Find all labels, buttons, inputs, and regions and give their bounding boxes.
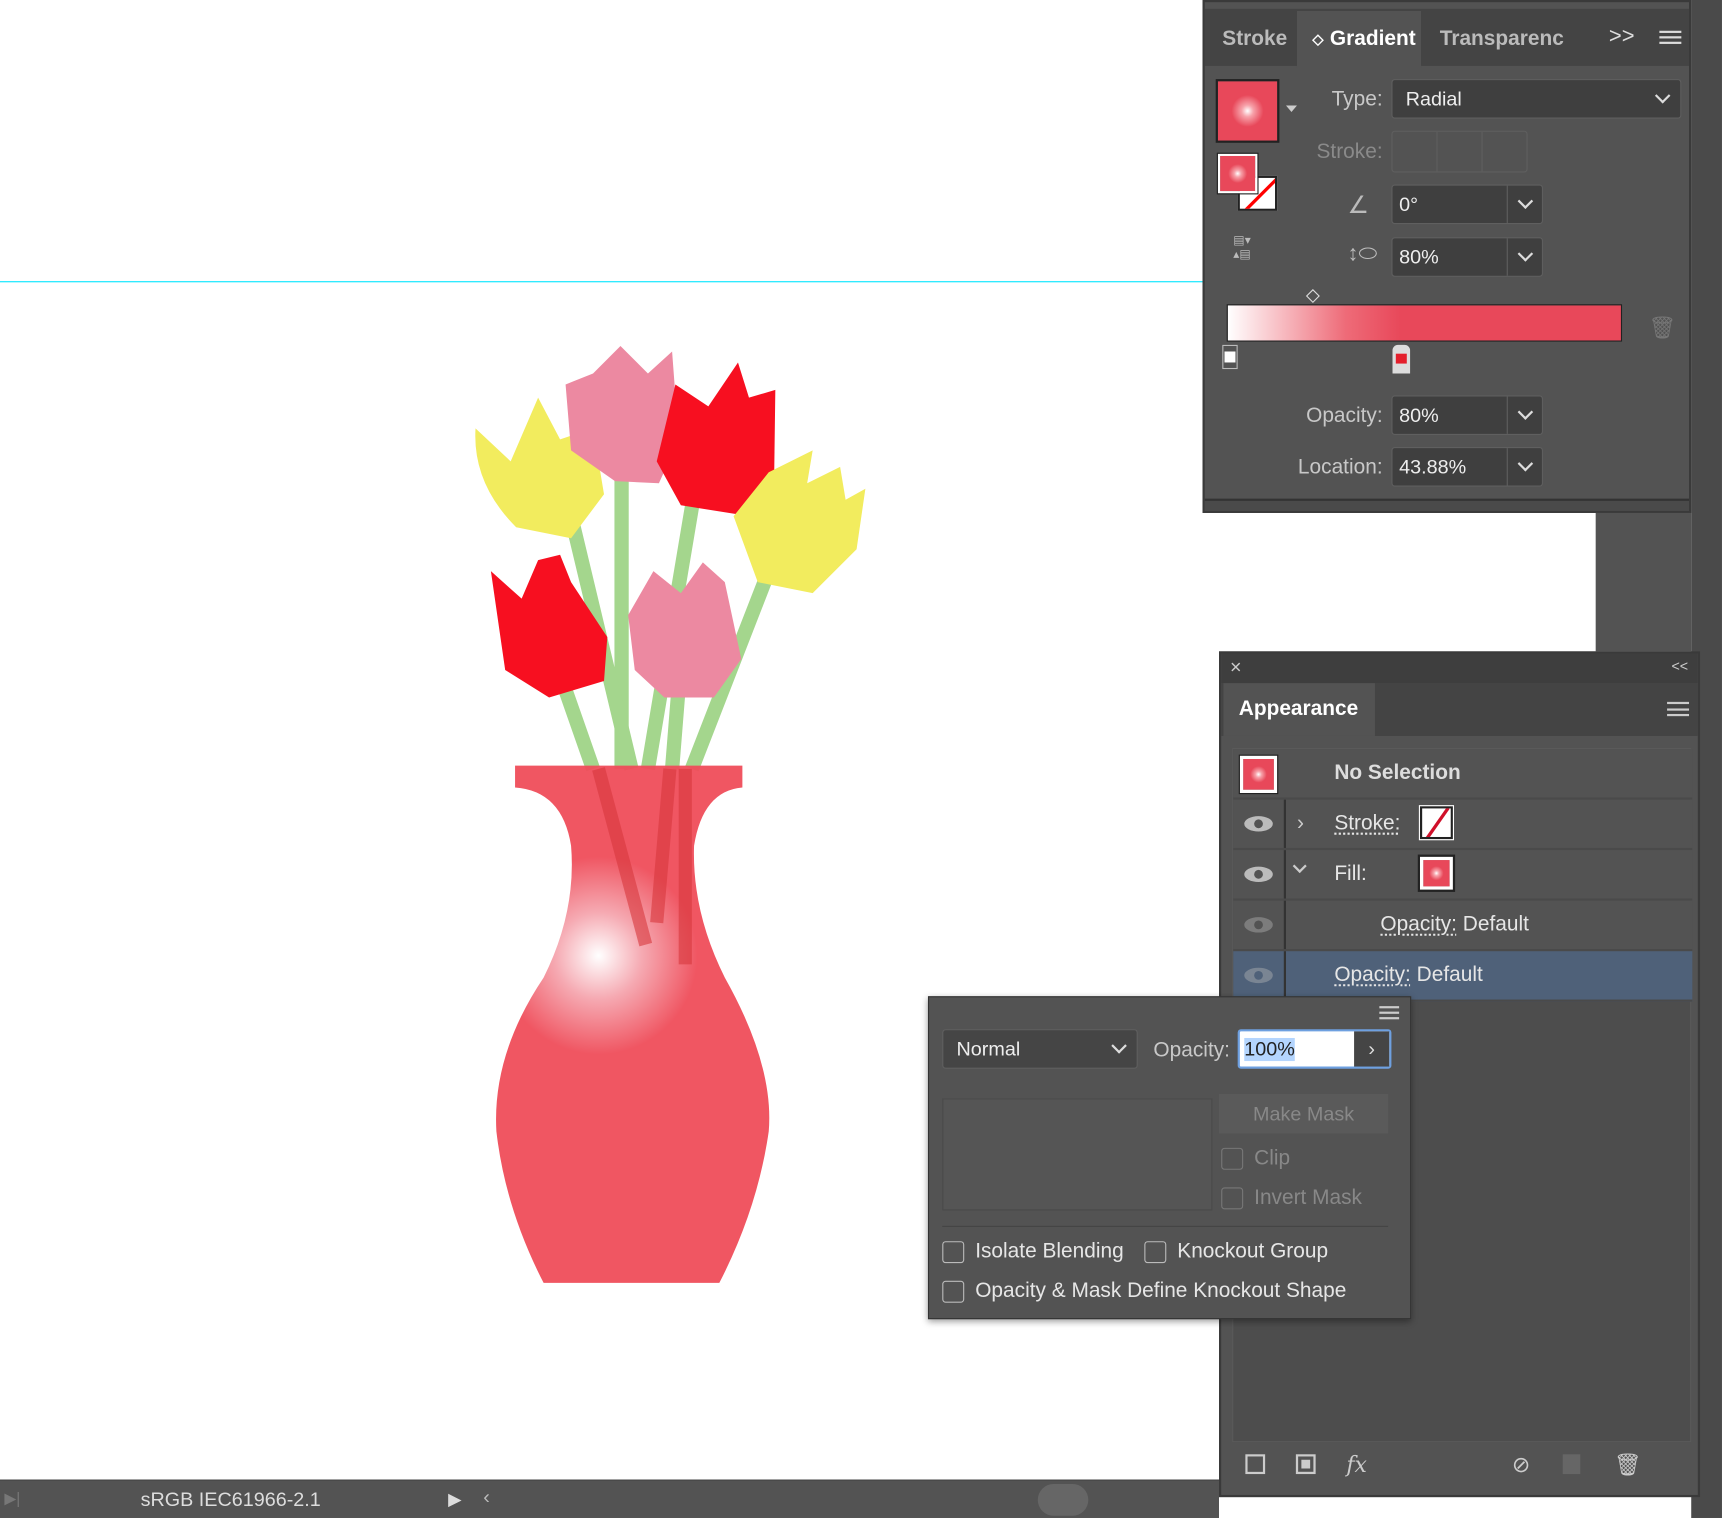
gradient-stop-red[interactable] [1392, 344, 1411, 374]
swatch-dropdown-icon[interactable] [1285, 105, 1297, 117]
panel-resize-grip[interactable] [1204, 498, 1690, 511]
delete-item-icon[interactable]: 🗑 [1614, 1450, 1642, 1477]
add-stroke-icon[interactable] [1245, 1454, 1266, 1475]
tab-gradient[interactable]: ◇ Gradient [1296, 10, 1422, 69]
stop-opacity-field[interactable]: 80% [1391, 395, 1543, 435]
blend-mode-dropdown[interactable]: Normal [942, 1029, 1138, 1069]
type-dropdown[interactable]: Radial [1391, 79, 1682, 119]
color-profile[interactable]: sRGB IEC61966-2.1 [141, 1488, 321, 1511]
angle-field[interactable]: 0° [1391, 184, 1543, 225]
panel-menu-icon[interactable] [1667, 701, 1690, 717]
visibility-eye-icon[interactable] [1242, 814, 1275, 834]
fx-icon[interactable]: fx [1346, 1451, 1367, 1477]
horizontal-scrollbar-thumb[interactable] [1037, 1483, 1089, 1516]
collapse-chevron-icon[interactable] [1292, 859, 1307, 874]
midpoint-diamond[interactable] [1305, 289, 1320, 304]
angle-icon: ∠ [1347, 191, 1370, 219]
tab-appearance[interactable]: Appearance [1223, 683, 1375, 736]
dock-gap [1595, 512, 1692, 652]
object-thumbnail [1238, 754, 1279, 795]
stroke-along-button[interactable] [1438, 131, 1483, 172]
list-item-fill[interactable]: Fill: [1233, 850, 1693, 901]
opacity-field[interactable]: 100% › [1237, 1029, 1392, 1069]
isolate-blending-checkbox[interactable]: Isolate Blending [942, 1240, 1124, 1264]
fill-swatch[interactable] [1417, 854, 1456, 892]
clear-appearance-icon[interactable]: ⊘ [1512, 1450, 1530, 1477]
transparency-popup: Normal Opacity: 100% › Make Mask Clip In… [927, 996, 1412, 1320]
invert-mask-checkbox[interactable]: Invert Mask [1221, 1186, 1362, 1210]
close-icon[interactable]: × [1230, 656, 1242, 679]
visibility-eye-icon[interactable] [1242, 965, 1275, 985]
gradient-panel: Stroke ◇ Gradient Transparenc >> ▤▾ ▴▤ Typ… [1202, 0, 1692, 513]
visibility-eye-icon[interactable] [1242, 915, 1275, 935]
list-item-no-selection: No Selection [1233, 749, 1693, 800]
clip-checkbox[interactable]: Clip [1221, 1147, 1290, 1171]
aspect-ratio-icon: ↕⬭ [1347, 241, 1378, 266]
options-menu-icon[interactable] [1379, 1006, 1400, 1020]
more-tabs-icon[interactable]: >> [1609, 24, 1635, 49]
list-item-stroke[interactable]: › Stroke: [1233, 799, 1693, 851]
fill-swatch[interactable] [1216, 152, 1259, 195]
visibility-eye-icon[interactable] [1242, 864, 1275, 884]
gradient-stop-white[interactable] [1222, 344, 1238, 370]
stop-location-field[interactable]: 43.88% [1391, 447, 1543, 487]
list-item-fill-opacity[interactable]: Opacity: Default [1233, 900, 1693, 952]
aspect-ratio-field[interactable]: 80% [1391, 237, 1543, 277]
add-fill-icon[interactable] [1295, 1454, 1316, 1475]
status-menu-arrow-icon[interactable]: ▶ [448, 1488, 462, 1510]
status-bar: ▶| sRGB IEC61966-2.1 ▶ ‹ [0, 1479, 1220, 1518]
opacity-mask-knockout-checkbox[interactable]: Opacity & Mask Define Knockout Shape [942, 1280, 1346, 1304]
stroke-across-button[interactable] [1483, 132, 1527, 172]
make-mask-button[interactable]: Make Mask [1219, 1094, 1389, 1134]
stroke-gradient-buttons [1391, 130, 1528, 173]
knockout-group-checkbox[interactable]: Knockout Group [1144, 1240, 1328, 1264]
stroke-within-button[interactable] [1393, 131, 1438, 172]
panel-menu-icon[interactable] [1659, 30, 1682, 44]
tab-stroke[interactable]: Stroke [1207, 11, 1287, 68]
appearance-footer: fx ⊘ 🗑 [1243, 1451, 1682, 1477]
sort-arrows-icon: ◇ [1312, 30, 1324, 48]
duplicate-item-icon[interactable] [1563, 1454, 1581, 1475]
collapse-icon[interactable]: << [1671, 658, 1688, 674]
reverse-gradient-icon[interactable]: ▤▾ ▴▤ [1233, 233, 1266, 264]
delete-stop-icon[interactable]: 🗑 [1648, 314, 1676, 341]
opacity-slider-button[interactable]: › [1354, 1031, 1390, 1067]
list-item-object-opacity[interactable]: Opacity: Default [1233, 951, 1693, 1002]
scroll-left-icon[interactable]: ‹ [483, 1486, 490, 1509]
guide-line [0, 281, 1203, 283]
artwork-vase-tulips [475, 345, 866, 1283]
mask-thumbnail [942, 1098, 1213, 1211]
gradient-swatch[interactable] [1215, 79, 1280, 143]
stroke-none-swatch[interactable] [1418, 805, 1455, 841]
gradient-slider[interactable] [1226, 304, 1623, 342]
expand-chevron-icon[interactable]: › [1297, 812, 1304, 836]
tab-transparency[interactable]: Transparenc [1424, 11, 1567, 68]
first-artboard-icon[interactable]: ▶| [4, 1489, 20, 1508]
